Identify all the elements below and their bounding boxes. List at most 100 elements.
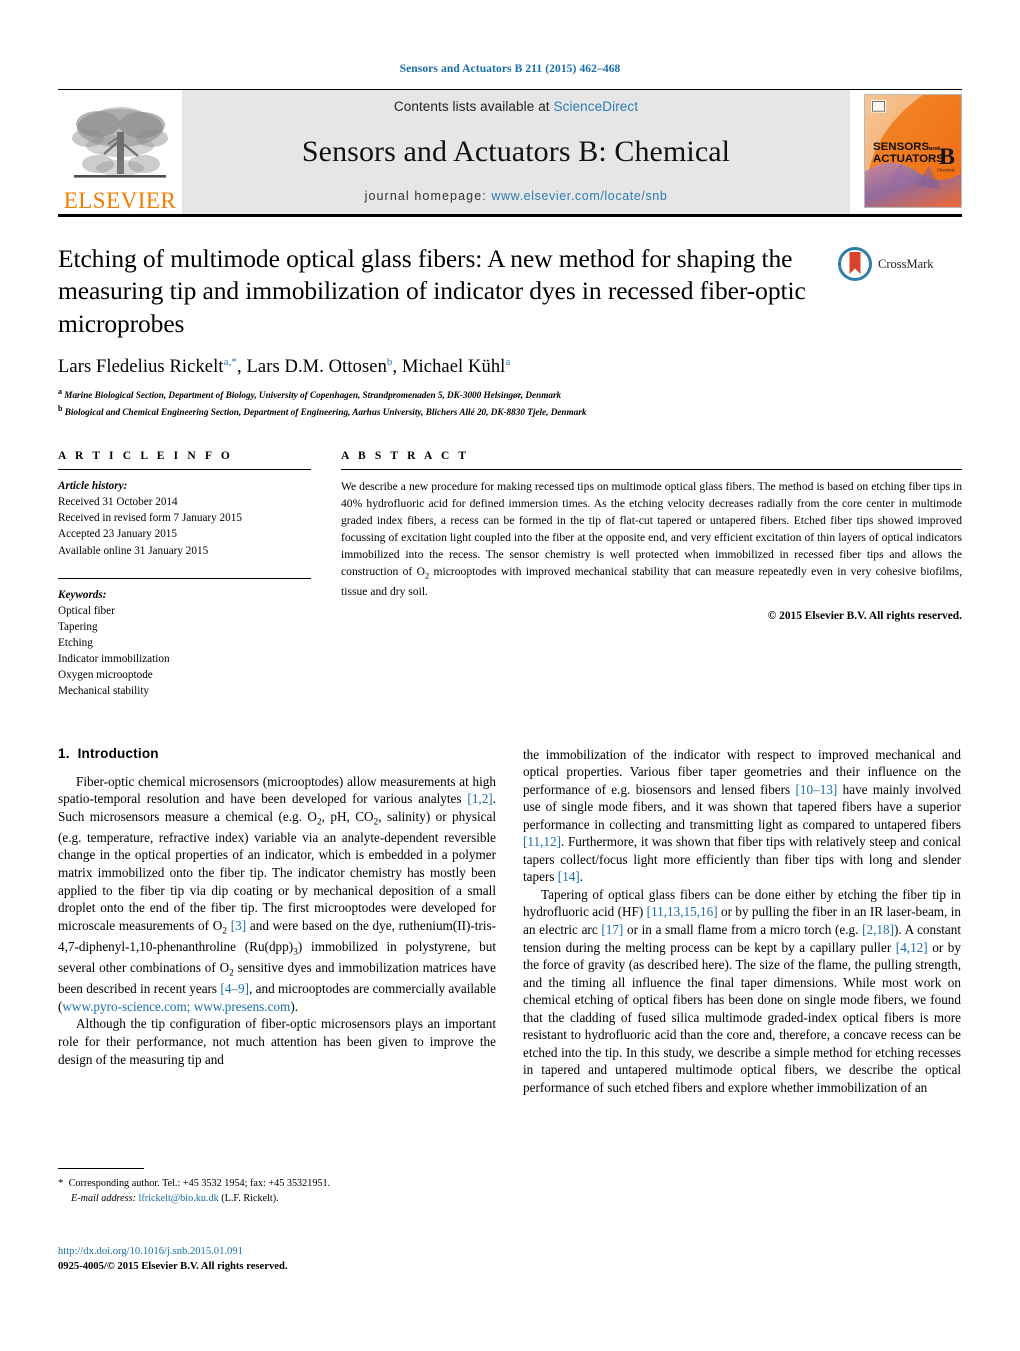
- keywords-rule: [58, 577, 311, 579]
- article-page: Sensors and Actuators B 211 (2015) 462–4…: [0, 0, 1020, 1351]
- author-name-0: Lars Fledelius Rickelt: [58, 357, 224, 378]
- abstract-part-2: microoptodes with improved mechanical st…: [341, 565, 963, 598]
- affiliation-text-0: Marine Biological Section, Department of…: [64, 390, 562, 401]
- elsevier-tree-icon: [72, 107, 168, 178]
- corresponding-author-note: * Corresponding author. Tel.: +45 3532 1…: [58, 1176, 496, 1207]
- journal-homepage-line: journal homepage: www.elsevier.com/locat…: [365, 189, 668, 203]
- abstract-part-1: We describe a new procedure for making r…: [341, 480, 962, 579]
- citation-4-9[interactable]: [4–9]: [220, 981, 249, 996]
- paragraph-intro-2-cont: the immobilization of the indicator with…: [523, 746, 961, 886]
- author-sep-1: ,: [392, 357, 402, 378]
- svg-text:Chemical: Chemical: [937, 168, 955, 173]
- title-block: Etching of multimode optical glass fiber…: [58, 243, 962, 420]
- article-history-block: Article history: Received 31 October 201…: [58, 478, 311, 559]
- citation-11-13-15-16[interactable]: [11,13,15,16]: [647, 904, 718, 919]
- crossmark-label: CrossMark: [878, 256, 934, 271]
- contents-available-line: Contents lists available at ScienceDirec…: [394, 99, 638, 114]
- corresponding-author-text: Corresponding author. Tel.: +45 3532 195…: [68, 1178, 331, 1189]
- author-marks-2: a: [505, 356, 511, 369]
- section-number: 1.: [58, 745, 70, 761]
- footnote-star: *: [58, 1177, 64, 1189]
- intro3-seg-c: . Furthermore, it was shown that fiber t…: [523, 834, 961, 885]
- article-history-1: Received in revised form 7 January 2015: [58, 512, 242, 525]
- journal-masthead: ELSEVIER Contents lists available at Sci…: [58, 90, 962, 214]
- article-history-2: Accepted 23 January 2015: [58, 528, 177, 541]
- intro1-seg-c: , pH, CO: [321, 808, 374, 824]
- svg-text:ACTUATORS: ACTUATORS: [873, 153, 944, 165]
- info-abstract-region: A R T I C L E I N F O Article history: R…: [58, 450, 962, 700]
- article-info-rule: [58, 469, 311, 470]
- footnote-rule: [58, 1168, 144, 1169]
- keyword-3: Indicator immobilization: [58, 653, 170, 666]
- svg-text:B: B: [939, 144, 955, 170]
- intro4-seg-c: or in a small flame from a micro torch (…: [623, 921, 863, 937]
- keywords-block: Keywords: Optical fiber Tapering Etching…: [58, 587, 311, 700]
- email-label: E-mail address:: [71, 1192, 136, 1204]
- homepage-prefix: journal homepage:: [364, 189, 492, 203]
- author-marks-0: a,*: [223, 356, 238, 369]
- paragraph-intro-2: Although the tip configuration of fiber-…: [58, 1016, 496, 1067]
- footnote-region: * Corresponding author. Tel.: +45 3532 1…: [58, 1168, 496, 1207]
- citation-11-12[interactable]: [11,12]: [523, 834, 561, 849]
- abstract-heading: A B S T R A C T: [341, 450, 470, 462]
- intro1-seg-j: ).: [290, 998, 299, 1014]
- contents-prefix: Contents lists available at: [393, 99, 554, 114]
- citation-1-2[interactable]: [1,2]: [467, 791, 492, 806]
- author-list: Lars Fledelius Rickelta,*, Lars D.M. Ott…: [58, 356, 962, 378]
- intro1-seg-a: Fiber-optic chemical microsensors (micro…: [58, 773, 496, 807]
- affiliation-0: a Marine Biological Section, Department …: [58, 386, 962, 403]
- citation-14[interactable]: [14]: [558, 869, 580, 884]
- svg-text:SENSORS: SENSORS: [873, 141, 930, 153]
- citation-2-18[interactable]: [2,18]: [862, 922, 894, 937]
- citation-3[interactable]: [3]: [231, 918, 246, 933]
- page-title: Etching of multimode optical glass fiber…: [58, 244, 806, 338]
- journal-title: Sensors and Actuators B: Chemical: [301, 134, 731, 168]
- email-owner: (L.F. Rickelt).: [221, 1192, 279, 1204]
- running-head: Sensors and Actuators B 211 (2015) 462–4…: [399, 63, 621, 75]
- author-name-2: Michael Kühl: [401, 357, 506, 378]
- crossmark-icon: [838, 247, 872, 281]
- journal-cover-thumbnail: SENSORS and ACTUATORS B Chemical: [864, 94, 962, 208]
- paragraph-intro-1: Fiber-optic chemical microsensors (micro…: [58, 773, 496, 1016]
- citation-10-13[interactable]: [10–13]: [796, 782, 838, 797]
- article-history-0: Received 31 October 2014: [58, 496, 178, 509]
- cover-artwork: SENSORS and ACTUATORS B Chemical: [865, 95, 961, 207]
- citation-4-12[interactable]: [4,12]: [896, 940, 928, 955]
- journal-homepage-link[interactable]: www.elsevier.com/locate/snb: [491, 189, 667, 203]
- masthead-bottom-rule: [58, 214, 962, 217]
- crossmark-badge[interactable]: CrossMark: [838, 247, 966, 281]
- article-info-heading: A R T I C L E I N F O: [58, 450, 233, 462]
- keyword-2: Etching: [58, 637, 93, 649]
- citation-17[interactable]: [17]: [601, 922, 623, 937]
- doi-link[interactable]: http://dx.doi.org/10.1016/j.snb.2015.01.…: [58, 1244, 496, 1259]
- affiliation-1: b Biological and Chemical Engineering Se…: [58, 403, 962, 420]
- abstract-column: A B S T R A C T We describe a new proced…: [341, 450, 962, 700]
- masthead-center: Contents lists available at ScienceDirec…: [182, 90, 850, 214]
- intro3-seg-d: .: [579, 869, 584, 885]
- section-title: Introduction: [77, 745, 159, 761]
- abstract-rule: [341, 469, 962, 470]
- issn-copyright: 0925-4005/© 2015 Elsevier B.V. All right…: [58, 1261, 288, 1273]
- keyword-1: Tapering: [58, 620, 98, 633]
- email-link[interactable]: lfrickelt@bio.ku.dk: [139, 1193, 219, 1204]
- article-history-label: Article history:: [58, 480, 128, 492]
- elsevier-wordmark: ELSEVIER: [63, 188, 177, 213]
- elsevier-logo: ELSEVIER: [58, 90, 182, 214]
- paragraph-intro-3: Tapering of optical glass fibers can be …: [523, 886, 961, 1097]
- vendor-links[interactable]: www.pyro-science.com; www.presens.com: [62, 999, 290, 1014]
- article-history-3: Available online 31 January 2015: [58, 544, 209, 557]
- abstract-text: We describe a new procedure for making r…: [341, 478, 962, 600]
- body-column-right: the immobilization of the indicator with…: [523, 746, 961, 1097]
- email-line: E-mail address: lfrickelt@bio.ku.dk (L.F…: [58, 1192, 496, 1207]
- keywords-label: Keywords:: [58, 588, 107, 601]
- affiliation-mark-0: a: [58, 387, 62, 397]
- intro1-seg-d: , salinity) or physical (e.g. temperatur…: [58, 808, 496, 933]
- article-info-column: A R T I C L E I N F O Article history: R…: [58, 450, 311, 700]
- section-heading-introduction: 1. Introduction: [58, 746, 496, 761]
- doi-block: http://dx.doi.org/10.1016/j.snb.2015.01.…: [58, 1244, 496, 1275]
- author-name-1: Lars D.M. Ottosen: [246, 357, 387, 378]
- sciencedirect-link[interactable]: ScienceDirect: [554, 99, 639, 114]
- body-two-column-region: 1. Introduction Fiber-optic chemical mic…: [58, 746, 962, 1097]
- affiliation-text-1: Biological and Chemical Engineering Sect…: [64, 407, 587, 418]
